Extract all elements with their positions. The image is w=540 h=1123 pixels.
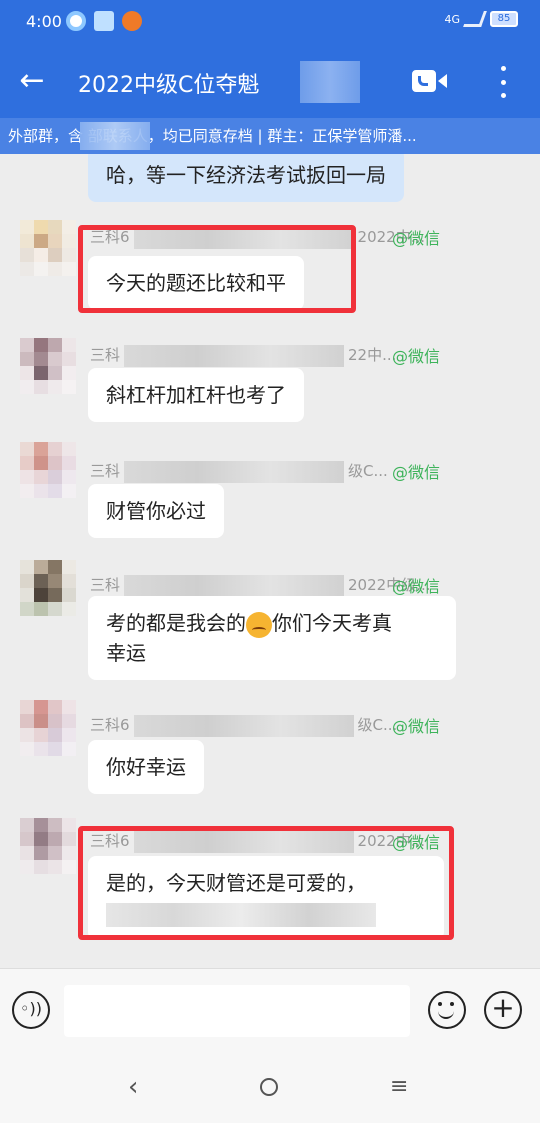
system-nav-bar: ‹ ≡ (0, 1052, 540, 1123)
title-redaction (300, 61, 360, 103)
avatar[interactable] (20, 220, 76, 276)
group-notice-text: 外部群，含 部联系人，均已同意存档 | 群主：正保学管师潘... (8, 127, 417, 145)
highlight-box (78, 826, 454, 940)
message-text: 考的都是我会的 (106, 611, 246, 635)
gallery-icon (94, 11, 114, 31)
sender-name: 三科 22中... (90, 344, 396, 367)
nav-menu-icon[interactable]: ≡ (390, 1074, 408, 1099)
sender-name: 三科 级C... (90, 460, 388, 483)
message-bubble[interactable]: 考的都是我会的 你们今天考真 幸运 (88, 596, 456, 680)
arrow-left-icon[interactable]: ← (14, 64, 50, 100)
status-bar: 4:00 4G 85 (0, 0, 540, 46)
nav-back-icon[interactable]: ‹ (128, 1072, 138, 1102)
message-text: 你好幸运 (106, 755, 186, 779)
message-bubble[interactable]: 你好幸运 (88, 740, 204, 794)
status-notification-icons (66, 11, 142, 31)
wechat-tag: @微信 (392, 463, 441, 482)
message-bubble[interactable]: 斜杠杆加杠杆也考了 (88, 368, 304, 422)
status-right: 4G 85 (444, 11, 518, 27)
input-bar: ◦)) + (0, 968, 540, 1052)
avatar[interactable] (20, 700, 76, 756)
message-text: 财管你必过 (106, 499, 206, 523)
message-bubble[interactable]: 哈，等一下经济法考试扳回一局 (88, 154, 404, 202)
wechat-tag: @微信 (392, 347, 441, 366)
message-text: 斜杠杆加杠杆也考了 (106, 383, 286, 407)
signal-icon (463, 11, 487, 27)
wechat-tag: @微信 (392, 717, 441, 736)
avatar[interactable] (20, 338, 76, 394)
wechat-tag: @微信 (392, 577, 441, 596)
network-type: 4G (444, 12, 460, 26)
chat-title: 2022中级C位夺魁 (78, 73, 260, 98)
sender-name: 三科 2022中级... (90, 574, 431, 597)
battery-icon: 85 (490, 11, 518, 27)
message-text-continued: 你们今天考真 (272, 611, 392, 635)
avatar[interactable] (20, 560, 76, 616)
emoji-icon[interactable] (428, 991, 466, 1029)
video-call-icon[interactable] (412, 68, 448, 94)
message-bubble[interactable]: 财管你必过 (88, 484, 224, 538)
notice-redaction (80, 122, 150, 150)
plus-icon[interactable]: + (484, 991, 522, 1029)
angry-face-emoji-icon (246, 611, 272, 638)
orange-app-icon (122, 11, 142, 31)
message-text-line2: 幸运 (106, 641, 146, 665)
message-input[interactable] (64, 985, 410, 1037)
sender-name: 三科6 级C... (90, 714, 397, 737)
avatar[interactable] (20, 442, 76, 498)
highlight-box (78, 225, 356, 313)
more-vertical-icon[interactable] (496, 66, 510, 98)
message-text: 哈，等一下经济法考试扳回一局 (106, 163, 386, 187)
app-notification-icon (66, 11, 86, 31)
nav-home-icon[interactable] (260, 1078, 278, 1096)
group-notice-bar[interactable]: 外部群，含 部联系人，均已同意存档 | 群主：正保学管师潘... (0, 118, 540, 154)
chat-header: ← 2022中级C位夺魁 (0, 46, 540, 118)
wechat-tag: @微信 (392, 229, 441, 248)
avatar[interactable] (20, 818, 76, 874)
message-list[interactable]: 哈，等一下经济法考试扳回一局 三科6 2022中... @微信 今天的题还比较和平… (0, 154, 540, 968)
status-time: 4:00 (26, 12, 62, 31)
voice-input-icon[interactable]: ◦)) (12, 991, 50, 1029)
